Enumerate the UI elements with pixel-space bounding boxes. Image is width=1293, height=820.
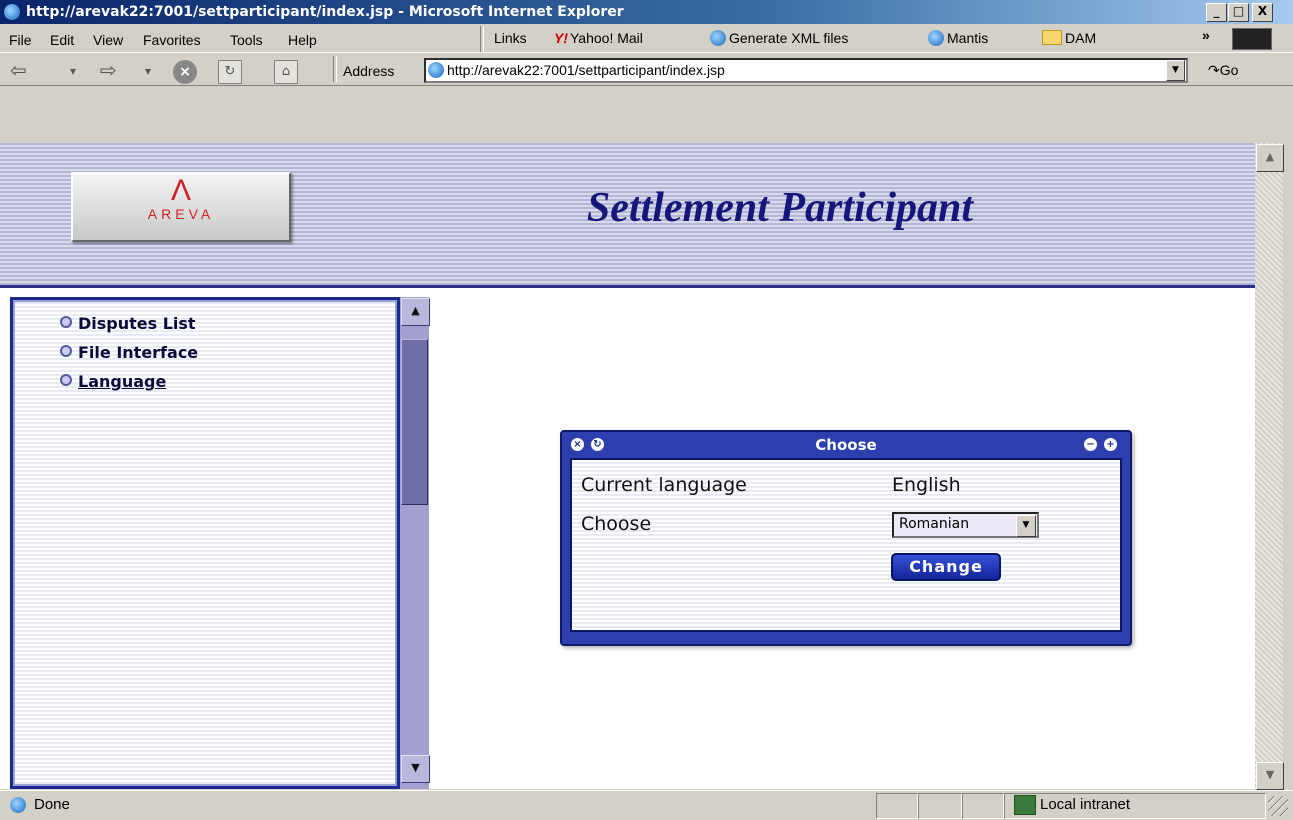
toolbar-separator	[333, 56, 337, 82]
panel-minimize-icon[interactable]: −	[1084, 438, 1097, 451]
scroll-up-arrow-icon[interactable]: ▲	[401, 298, 430, 326]
current-language-value: English	[892, 474, 961, 496]
menu-view[interactable]: View	[93, 32, 123, 48]
forward-dropdown-icon[interactable]: ▾	[145, 64, 151, 78]
bullet-icon	[60, 316, 72, 328]
bullet-icon	[60, 374, 72, 386]
choose-label: Choose	[581, 513, 652, 535]
logo-text: AREVA	[147, 206, 215, 222]
back-dropdown-icon[interactable]: ▾	[70, 64, 76, 78]
link-mantis[interactable]: Mantis	[928, 30, 988, 46]
scroll-down-arrow-icon[interactable]: ▼	[401, 755, 430, 783]
ie-page-icon	[428, 62, 444, 78]
close-button[interactable]: X	[1252, 3, 1273, 22]
menu-tools[interactable]: Tools	[230, 32, 263, 48]
link-dam-label: DAM	[1065, 30, 1097, 46]
menu-separator	[480, 26, 484, 52]
back-arrow-icon[interactable]: ⇦	[10, 58, 27, 82]
areva-a-logo-icon: Ʌ	[170, 174, 192, 207]
address-dropdown-button[interactable]: ▼	[1166, 60, 1185, 81]
go-button[interactable]: ↷Go	[1208, 62, 1238, 79]
panel-close-icon[interactable]: ×	[571, 438, 584, 451]
maximize-button[interactable]: □	[1228, 3, 1249, 22]
chevron-down-icon[interactable]: ▼	[1016, 515, 1036, 537]
language-select[interactable]: Romanian ▼	[892, 512, 1039, 538]
bullet-icon	[60, 345, 72, 357]
security-zone-text: Local intranet	[1040, 796, 1131, 813]
home-icon[interactable]: ⌂	[274, 60, 298, 84]
nav-item-label: Disputes List	[78, 314, 196, 333]
folder-icon	[1042, 30, 1062, 45]
main-scrollbar[interactable]	[1255, 143, 1283, 789]
status-pane	[962, 793, 1004, 819]
menu-edit[interactable]: Edit	[50, 32, 74, 48]
link-yahoo-mail[interactable]: Y! Yahoo! Mail	[554, 30, 643, 46]
stop-icon[interactable]: ×	[173, 60, 197, 84]
link-generate-xml-label: Generate XML files	[729, 30, 849, 46]
language-select-value: Romanian	[899, 516, 970, 532]
link-dam[interactable]: DAM	[1042, 30, 1096, 46]
yahoo-icon: Y!	[554, 30, 568, 46]
menu-help[interactable]: Help	[288, 32, 317, 48]
status-pane	[876, 793, 918, 819]
panel-maximize-icon[interactable]: +	[1104, 438, 1117, 451]
intranet-zone-icon	[1014, 795, 1036, 815]
menu-file[interactable]: File	[9, 32, 32, 48]
link-yahoo-label: Yahoo! Mail	[570, 30, 643, 46]
address-input[interactable]: http://arevak22:7001/settparticipant/ind…	[424, 58, 1188, 83]
minimize-button[interactable]: _	[1206, 3, 1227, 22]
page-title: Settlement Participant	[586, 185, 974, 231]
nav-item-file-interface[interactable]: File Interface	[60, 343, 198, 362]
scroll-thumb[interactable]	[401, 339, 428, 505]
ie-page-icon	[10, 797, 26, 813]
ie-page-icon	[928, 30, 944, 46]
refresh-icon[interactable]: ↻	[218, 60, 242, 84]
window-title-bar[interactable]: http://arevak22:7001/settparticipant/ind…	[0, 0, 1293, 24]
forward-arrow-icon[interactable]: ⇨	[100, 58, 117, 82]
nav-item-label: Language	[78, 372, 167, 391]
scroll-down-arrow-icon[interactable]: ▼	[1256, 762, 1284, 790]
nav-item-label: File Interface	[78, 343, 199, 362]
address-label: Address	[343, 63, 395, 79]
menu-favorites[interactable]: Favorites	[143, 32, 201, 48]
nav-item-language[interactable]: Language	[60, 372, 166, 391]
address-value: http://arevak22:7001/settparticipant/ind…	[447, 62, 725, 78]
areva-logo[interactable]: Ʌ AREVA	[71, 172, 291, 242]
window-title: http://arevak22:7001/settparticipant/ind…	[26, 4, 624, 20]
links-more-chevron[interactable]: »	[1202, 27, 1210, 43]
change-button[interactable]: Change	[891, 553, 1001, 581]
go-arrow-icon: ↷	[1208, 62, 1220, 78]
link-generate-xml[interactable]: Generate XML files	[710, 30, 848, 46]
link-mantis-label: Mantis	[947, 30, 989, 46]
nav-item-disputes-list[interactable]: Disputes List	[60, 314, 196, 333]
status-text: Done	[34, 796, 70, 813]
left-navigation-frame	[10, 297, 400, 789]
current-language-label: Current language	[581, 474, 747, 496]
panel-title: Choose	[815, 436, 877, 454]
go-label: Go	[1219, 62, 1239, 78]
panel-refresh-icon[interactable]: ↻	[591, 438, 604, 451]
ie-page-icon	[710, 30, 726, 46]
links-label: Links	[494, 30, 527, 46]
windows-logo-icon	[1232, 28, 1272, 50]
resize-grip[interactable]	[1268, 796, 1288, 816]
scroll-up-arrow-icon[interactable]: ▲	[1256, 144, 1284, 172]
ie-logo-icon	[4, 4, 20, 20]
status-pane	[918, 793, 962, 819]
